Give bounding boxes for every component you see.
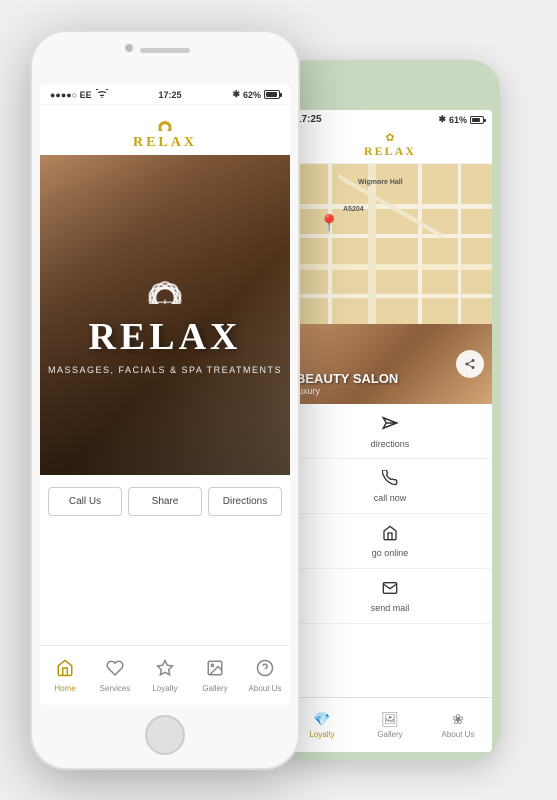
back-battery-icon	[470, 116, 484, 124]
back-action-call-label: call now	[374, 493, 407, 503]
front-hero: RELAX MASSAGES, FACIALS & SPA TREATMENTS	[40, 155, 290, 475]
back-nav-about-label: About Us	[442, 730, 475, 739]
back-status-bluetooth: ✱	[438, 114, 446, 125]
back-map[interactable]: A5204 Wigmore Hall 📍	[288, 164, 492, 324]
back-nav-gallery[interactable]: 🖼 Gallery	[356, 698, 424, 752]
front-nav-home[interactable]: Home	[40, 646, 90, 705]
front-nav-services-label: Services	[100, 684, 131, 693]
back-action-directions[interactable]: directions	[288, 404, 492, 459]
back-action-directions-label: directions	[371, 439, 410, 449]
hero-lotus-decoration	[130, 256, 200, 311]
volume-down-button[interactable]	[30, 190, 31, 220]
back-nav-gallery-label: Gallery	[377, 730, 402, 739]
back-salon-label: BEAUTY SALON luxury	[296, 371, 398, 396]
mail-icon	[382, 580, 398, 601]
back-logo-area: ✿ RELAX	[288, 129, 492, 164]
back-nav-loyalty-label: Loyalty	[309, 730, 334, 739]
power-button[interactable]	[299, 190, 300, 240]
hero-subtitle: MASSAGES, FACIALS & SPA TREATMENTS	[48, 365, 282, 375]
back-action-mail-label: send mail	[371, 603, 410, 613]
map-label-a5204: A5204	[343, 206, 364, 213]
phone-camera	[125, 44, 133, 52]
front-nav-services[interactable]: Services	[90, 646, 140, 705]
front-logo-lotus	[40, 111, 290, 135]
map-pin: 📍	[318, 214, 332, 232]
status-right: ✱ 62%	[232, 89, 280, 100]
directions-icon	[381, 414, 399, 437]
back-logo-lotus: ✿	[288, 133, 492, 144]
front-nav-gallery[interactable]: Gallery	[190, 646, 240, 705]
volume-up-button[interactable]	[30, 150, 31, 180]
front-status-bar: ●●●●○ EE 17:25 ✱ 62%	[40, 85, 290, 105]
hero-title: RELAX	[88, 315, 241, 359]
back-action-call[interactable]: call now	[288, 459, 492, 514]
back-status-bar: 17:25 ✱ 61%	[288, 110, 492, 129]
loyalty-nav-icon	[156, 659, 174, 682]
bluetooth-icon: ✱	[232, 89, 240, 100]
back-salon-subtitle: luxury	[296, 386, 398, 396]
back-image-strip: BEAUTY SALON luxury	[288, 324, 492, 404]
front-nav-loyalty-label: Loyalty	[152, 684, 177, 693]
front-nav-gallery-label: Gallery	[202, 684, 227, 693]
back-salon-title: BEAUTY SALON	[296, 371, 398, 386]
phone-icon	[382, 470, 398, 491]
about-icon: ❀	[452, 711, 464, 728]
back-status-battery: 61%	[449, 115, 467, 125]
front-nav-home-label: Home	[54, 684, 75, 693]
scene: 17:25 ✱ 61% ✿ RELAX	[0, 0, 557, 800]
front-logo-area: RELAX	[40, 105, 290, 155]
front-nav-about[interactable]: About Us	[240, 646, 290, 705]
carrier-label: ●●●●○ EE	[50, 90, 92, 100]
phone-home-button[interactable]	[145, 715, 185, 755]
back-share-button[interactable]	[456, 350, 484, 378]
phone-back-screen: 17:25 ✱ 61% ✿ RELAX	[288, 110, 492, 752]
back-action-online[interactable]: go online	[288, 514, 492, 569]
front-nav-about-label: About Us	[249, 684, 282, 693]
directions-button[interactable]: Directions	[208, 487, 282, 516]
back-nav-about[interactable]: ❀ About Us	[424, 698, 492, 752]
battery-icon-front	[264, 90, 280, 99]
phone-back: 17:25 ✱ 61% ✿ RELAX	[280, 60, 500, 760]
battery-pct: 62%	[243, 90, 261, 100]
back-actions-list: directions call now	[288, 404, 492, 624]
status-left: ●●●●○ EE	[50, 89, 108, 100]
wifi-icon	[96, 89, 108, 100]
front-action-buttons: Call Us Share Directions	[40, 475, 290, 528]
status-time: 17:25	[159, 90, 182, 100]
back-logo-text: RELAX	[288, 144, 492, 159]
back-bottom-nav: 💎 Loyalty 🖼 Gallery ❀ About Us	[288, 697, 492, 752]
map-label-wigmore: Wigmore Hall	[358, 179, 403, 186]
front-nav-loyalty[interactable]: Loyalty	[140, 646, 190, 705]
gallery-nav-icon	[206, 659, 224, 682]
home-nav-icon	[56, 659, 74, 682]
about-nav-icon	[256, 659, 274, 682]
loyalty-icon: 💎	[313, 711, 330, 728]
services-nav-icon	[106, 659, 124, 682]
phone-front-screen: ●●●●○ EE 17:25 ✱ 62%	[40, 85, 290, 705]
gallery-icon: 🖼	[381, 711, 399, 728]
call-us-button[interactable]: Call Us	[48, 487, 122, 516]
front-bottom-nav: Home Services Loya	[40, 645, 290, 705]
home-icon	[382, 525, 398, 546]
share-button[interactable]: Share	[128, 487, 202, 516]
back-action-online-label: go online	[372, 548, 409, 558]
phone-speaker	[140, 48, 190, 53]
phone-front: ●●●●○ EE 17:25 ✱ 62%	[30, 30, 300, 770]
back-action-mail[interactable]: send mail	[288, 569, 492, 624]
map-background: A5204 Wigmore Hall 📍	[288, 164, 492, 324]
front-logo-text: RELAX	[40, 135, 290, 151]
